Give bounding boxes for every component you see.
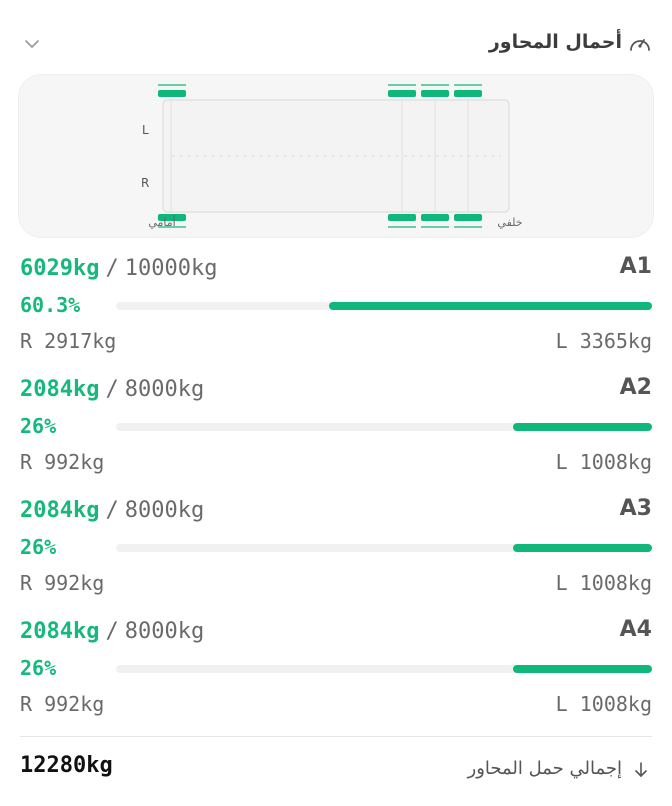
load-progress-bar [116,665,652,673]
load-progress-fill [328,302,652,310]
max-load: 8000kg [124,377,205,402]
arrow-down-icon [635,762,647,777]
left-wheel-load: L 1008kg [555,450,652,474]
axle-row-a3: 2084kg/8000kg A3 26% R 992kg L 1008kg [0,496,672,618]
current-load: 6029kg [20,256,100,281]
max-load: 10000kg [124,256,218,281]
axle-name: A2 [619,375,652,400]
speedometer-icon [630,39,650,51]
load-progress-fill [512,423,652,431]
left-wheel-load: L 1008kg [555,571,652,595]
rear-label: خلفي [497,216,522,229]
max-load: 8000kg [124,619,205,644]
axle-load: 2084kg/8000kg [20,377,204,402]
divider [20,736,652,737]
current-load: 2084kg [20,619,100,644]
chevron-down-icon[interactable] [22,37,42,51]
load-percent: 60.3% [20,293,81,317]
axle-row-a2: 2084kg/8000kg A2 26% R 992kg L 1008kg [0,375,672,497]
current-load: 2084kg [20,498,100,523]
axle-name: A1 [619,254,652,279]
load-separator: / [105,619,119,644]
axle-row-a1: 6029kg/10000kg A1 60.3% R 2917kg L 3365k… [0,254,672,376]
front-label: أمامي [148,215,175,229]
right-wheel-load: R 992kg [20,571,105,595]
total-load-label: إجمالي حمل المحاور [467,758,623,779]
axle-load: 2084kg/8000kg [20,619,204,644]
right-wheel-load: R 2917kg [20,329,117,353]
load-percent: 26% [20,656,57,680]
axle-name: A4 [619,617,652,642]
right-side-label: R [141,176,149,190]
load-separator: / [105,256,119,281]
current-load: 2084kg [20,377,100,402]
load-percent: 26% [20,535,57,559]
load-progress-bar [116,302,652,310]
load-percent: 26% [20,414,57,438]
total-load-value: 12280kg [20,753,113,778]
truck-top-view: L R أمامي خلفي [141,84,523,229]
right-wheel-load: R 992kg [20,450,105,474]
left-side-label: L [142,123,149,137]
axle-load: 2084kg/8000kg [20,498,204,523]
load-separator: / [105,377,119,402]
axle-load: 6029kg/10000kg [20,256,217,281]
left-wheel-load: L 3365kg [555,329,652,353]
load-progress-fill [512,665,652,673]
section-title: أحمال المحاور [488,31,622,53]
left-wheel-load: L 1008kg [555,692,652,716]
right-wheel-load: R 992kg [20,692,105,716]
load-progress-bar [116,544,652,552]
load-separator: / [105,498,119,523]
truck-axle-diagram: L R أمامي خلفي [18,74,654,238]
axle-name: A3 [619,496,652,521]
max-load: 8000kg [124,498,205,523]
load-progress-fill [512,544,652,552]
load-progress-bar [116,423,652,431]
axle-row-a4: 2084kg/8000kg A4 26% R 992kg L 1008kg [0,617,672,739]
